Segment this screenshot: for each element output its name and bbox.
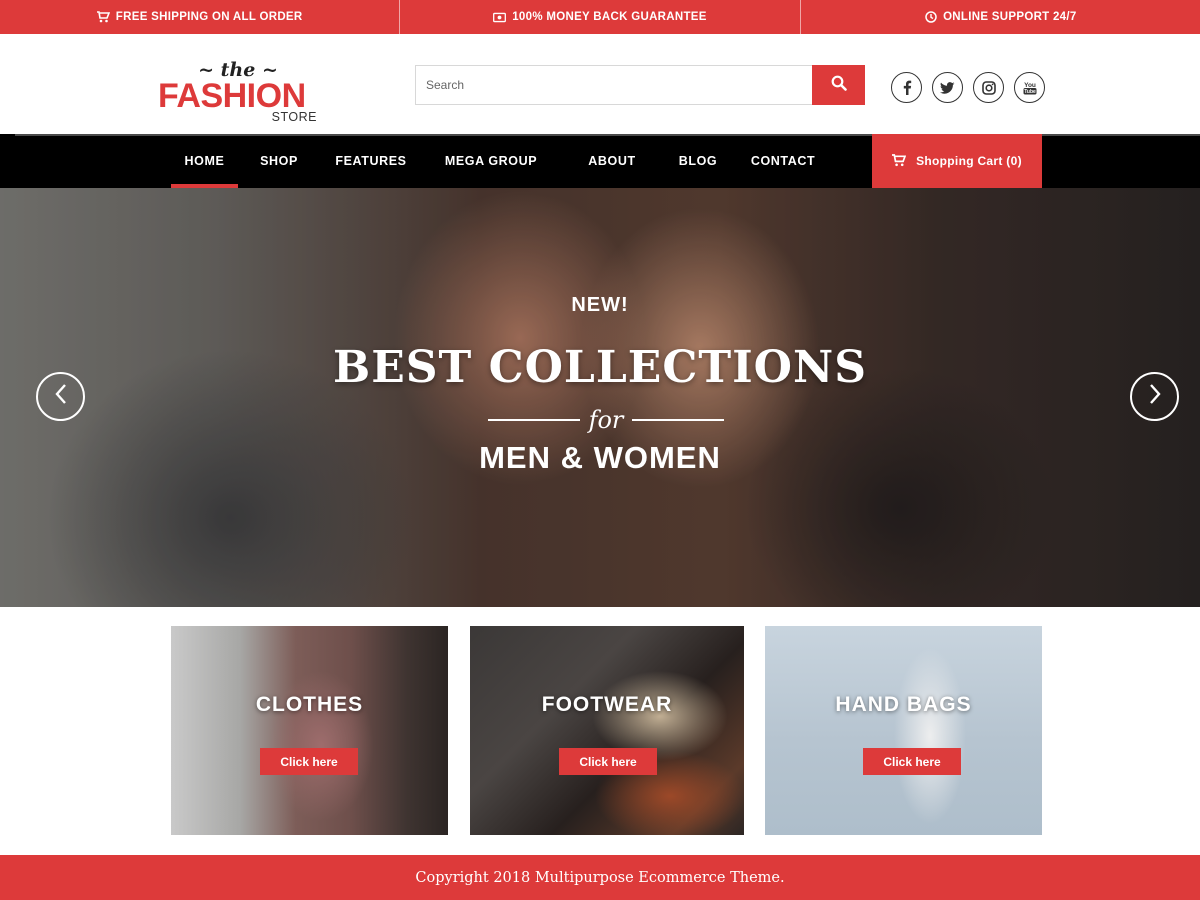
hero-new-label: NEW! [571, 294, 629, 316]
topbar-support-label: ONLINE SUPPORT 24/7 [943, 11, 1077, 23]
facebook-icon[interactable] [891, 72, 922, 103]
category-footwear-title: FOOTWEAR [541, 693, 673, 716]
money-icon [493, 11, 507, 24]
topbar-guarantee-label: 100% MONEY BACK GUARANTEE [512, 11, 707, 23]
clock-icon [924, 11, 937, 24]
category-footwear-button[interactable]: Click here [559, 748, 657, 775]
social-links: You Tube [891, 72, 1045, 103]
topbar-shipping-label: FREE SHIPPING ON ALL ORDER [115, 11, 303, 23]
topbar-shipping: FREE SHIPPING ON ALL ORDER [0, 0, 399, 34]
hero-image [0, 188, 1200, 607]
svg-text:Tube: Tube [1024, 89, 1036, 95]
search-icon [831, 75, 847, 96]
site-header: ~ the ~ FASHION STORE YouTube [0, 34, 1200, 134]
main-nav: HOME SHOP FEATURES MEGA GROUP ABOUT BLOG… [0, 134, 1200, 188]
copyright-text: Copyright 2018 Multipurpose Ecommerce Th… [415, 869, 785, 886]
youtube-icon[interactable]: You Tube [1014, 72, 1045, 103]
category-footwear[interactable]: FOOTWEAR Click here [470, 626, 744, 835]
category-hand-bags-image [765, 626, 1042, 835]
slider-next-button[interactable] [1130, 372, 1179, 421]
chevron-right-icon [1148, 383, 1162, 410]
nav-item-blog[interactable]: BLOG [670, 134, 726, 188]
nav-item-home[interactable]: HOME [171, 134, 238, 188]
truck-icon [96, 11, 110, 24]
instagram-icon[interactable] [973, 72, 1004, 103]
hero-title: BEST COLLECTIONS [333, 342, 867, 393]
topbar-support: ONLINE SUPPORT 24/7 [799, 0, 1200, 34]
logo-fashion: FASHION [158, 77, 306, 115]
category-hand-bags-button[interactable]: Click here [863, 748, 961, 775]
hero-for-text: for [588, 406, 624, 434]
topbar-guarantee: 100% MONEY BACK GUARANTEE [399, 0, 799, 34]
chevron-left-icon [54, 383, 68, 410]
nav-item-features[interactable]: FEATURES [328, 134, 414, 188]
cart-icon [892, 154, 907, 168]
svg-text:You: You [1024, 82, 1036, 89]
slider-prev-button[interactable] [36, 372, 85, 421]
nav-item-about[interactable]: ABOUT [578, 134, 646, 188]
category-hand-bags[interactable]: HAND BAGS Click here [765, 626, 1042, 835]
nav-item-contact[interactable]: CONTACT [745, 134, 821, 188]
cart-label: Shopping Cart (0) [916, 154, 1022, 168]
nav-item-shop[interactable]: SHOP [251, 134, 307, 188]
twitter-icon[interactable] [932, 72, 963, 103]
search-input[interactable] [415, 65, 812, 105]
hero-for-row: for [488, 402, 724, 438]
category-footwear-image [470, 626, 744, 835]
search-bar [415, 65, 865, 105]
hero-divider-left [488, 419, 580, 421]
logo-store: STORE [271, 110, 317, 124]
site-footer: Copyright 2018 Multipurpose Ecommerce Th… [0, 855, 1200, 900]
top-bar: FREE SHIPPING ON ALL ORDER 100% MONEY BA… [0, 0, 1200, 34]
nav-item-mega-group[interactable]: MEGA GROUP [437, 134, 545, 188]
hero-slider: NEW! BEST COLLECTIONS for MEN & WOMEN [0, 188, 1200, 607]
site-logo[interactable]: ~ the ~ FASHION STORE [158, 60, 323, 126]
search-button[interactable] [812, 65, 865, 105]
hero-subtitle: MEN & WOMEN [479, 440, 721, 475]
category-clothes-image [171, 626, 448, 835]
shopping-cart-button[interactable]: Shopping Cart (0) [872, 134, 1042, 188]
category-hand-bags-title: HAND BAGS [835, 693, 972, 716]
category-clothes-button[interactable]: Click here [260, 748, 358, 775]
hero-divider-right [632, 419, 724, 421]
category-clothes[interactable]: CLOTHES Click here [171, 626, 448, 835]
category-clothes-title: CLOTHES [255, 693, 364, 716]
